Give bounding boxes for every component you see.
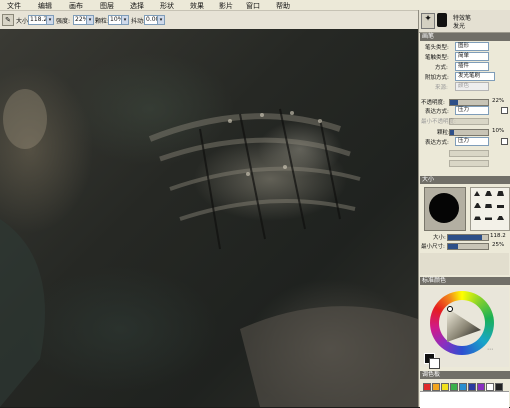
opacity-invert-checkbox[interactable]: [501, 107, 508, 114]
opacity-slider[interactable]: [449, 99, 489, 106]
brush-category-icon[interactable]: ✦: [421, 13, 435, 29]
opacity-panel-value: 22%: [492, 98, 505, 104]
size-expression-area: [420, 253, 509, 275]
tip-profile-pointed[interactable]: [474, 191, 480, 196]
size-field[interactable]: 118.2: [28, 15, 47, 25]
property-bar: ✎ 大小: 118.2 ▾ 强度: 22% ▾ 颗粒: 10% ▾ 抖动: 0.…: [0, 10, 418, 30]
tip-profile-constant[interactable]: [485, 217, 492, 220]
opacity-dropdown-button[interactable]: ▾: [86, 15, 94, 25]
method-label: 方式:: [435, 65, 448, 71]
size-panel-label: 大小:: [433, 235, 446, 241]
tip-profile-wide[interactable]: [497, 191, 504, 196]
triangle-shape: [447, 308, 481, 342]
opacity-slider-fill: [450, 100, 459, 105]
grain-slider[interactable]: [449, 129, 489, 136]
source-select: 颜色: [455, 82, 489, 91]
color-swatch[interactable]: [468, 383, 476, 391]
color-swatch[interactable]: [486, 383, 494, 391]
grain-expression-label: 表达方式:: [425, 140, 449, 146]
grain-slider-fill: [450, 130, 454, 135]
opacity-panel-label: 不透明度:: [421, 100, 445, 106]
stroke-type-label: 笔触类型:: [425, 55, 449, 61]
color-swatch[interactable]: [495, 383, 503, 391]
grain-panel-label: 颗粒:: [437, 130, 450, 136]
stroke-type-select[interactable]: 简单: [455, 52, 489, 61]
color-panel-header[interactable]: 标准颜色: [420, 277, 510, 285]
brush-dab-preview: [429, 193, 459, 223]
opacity-expression-label: 表达方式:: [425, 109, 449, 115]
size-header[interactable]: 大小: [420, 176, 510, 184]
hue-indicator[interactable]: [447, 306, 453, 312]
color-swatch[interactable]: [423, 383, 431, 391]
grain-extra-slider: [449, 160, 489, 167]
jitter-label: 抖动:: [131, 18, 146, 25]
right-panel: ✦ 特效笔 发光 画笔 笔头类型: 图形 笔触类型: 简单 方式: 插件 附加方…: [418, 10, 510, 408]
min-size-slider[interactable]: [447, 243, 489, 250]
tip-profile-linear[interactable]: [474, 203, 481, 208]
size-panel-value: 118.2: [490, 233, 506, 239]
opacity-expression-select[interactable]: 压力: [455, 106, 489, 115]
brush-controls-header[interactable]: 画笔: [420, 33, 510, 41]
tip-profile-flat[interactable]: [497, 205, 504, 208]
swatch-library-area: [420, 391, 509, 408]
method-select[interactable]: 插件: [455, 62, 489, 71]
subcategory-select[interactable]: 发光笔刷: [455, 72, 495, 81]
color-swatch[interactable]: [459, 383, 467, 391]
tip-profile-watercolor[interactable]: [474, 216, 481, 220]
subcategory-label: 附加方式:: [425, 75, 449, 81]
jitter-dropdown-button[interactable]: ▾: [157, 15, 165, 25]
size-slider-fill: [448, 235, 482, 240]
opacity-label: 强度:: [56, 18, 71, 25]
brush-selector-bar: ✦ 特效笔 发光: [419, 10, 510, 33]
brush-variant-icon[interactable]: [437, 13, 447, 27]
color-swatch[interactable]: [477, 383, 485, 391]
saturation-value-triangle[interactable]: [439, 300, 485, 346]
min-size-value: 25%: [492, 242, 505, 248]
grain-label: 颗粒:: [95, 18, 110, 25]
min-size-label: 最小尺寸:: [421, 244, 445, 250]
color-swatch[interactable]: [450, 383, 458, 391]
grain-dropdown-button[interactable]: ▾: [121, 15, 129, 25]
tip-profile-medium[interactable]: [485, 191, 492, 196]
color-swatch[interactable]: [432, 383, 440, 391]
brush-variant-label[interactable]: 发光: [453, 21, 465, 30]
tip-type-select[interactable]: 图形: [455, 42, 489, 51]
rgb-toggle-icon[interactable]: ⋯: [487, 346, 493, 353]
brush-tip-profiles[interactable]: [470, 187, 510, 231]
painting-artwork: [0, 89, 418, 407]
min-opacity-slider: [449, 118, 489, 125]
min-size-slider-fill: [448, 244, 458, 249]
grain-panel-value: 10%: [492, 128, 505, 134]
color-swatch[interactable]: [441, 383, 449, 391]
size-slider[interactable]: [447, 234, 489, 241]
additional-color-swatch[interactable]: [429, 358, 440, 369]
painting-canvas[interactable]: [0, 29, 418, 407]
min-grain-slider: [449, 150, 489, 157]
menu-bar: 文件 编辑 画布 图层 选择 形状 效果 影片 窗口 帮助: [0, 0, 510, 10]
swatches-header[interactable]: 调色板: [420, 371, 510, 379]
size-dropdown-button[interactable]: ▾: [46, 15, 54, 25]
grain-invert-checkbox[interactable]: [501, 138, 508, 145]
tip-profile-dull[interactable]: [485, 204, 492, 208]
brush-tool-icon[interactable]: ✎: [2, 14, 14, 26]
grain-expression-select[interactable]: 压力: [455, 137, 489, 146]
source-label: 来源:: [435, 85, 448, 91]
tip-profile-soft[interactable]: [497, 216, 504, 220]
tip-type-label: 笔头类型:: [425, 45, 449, 51]
